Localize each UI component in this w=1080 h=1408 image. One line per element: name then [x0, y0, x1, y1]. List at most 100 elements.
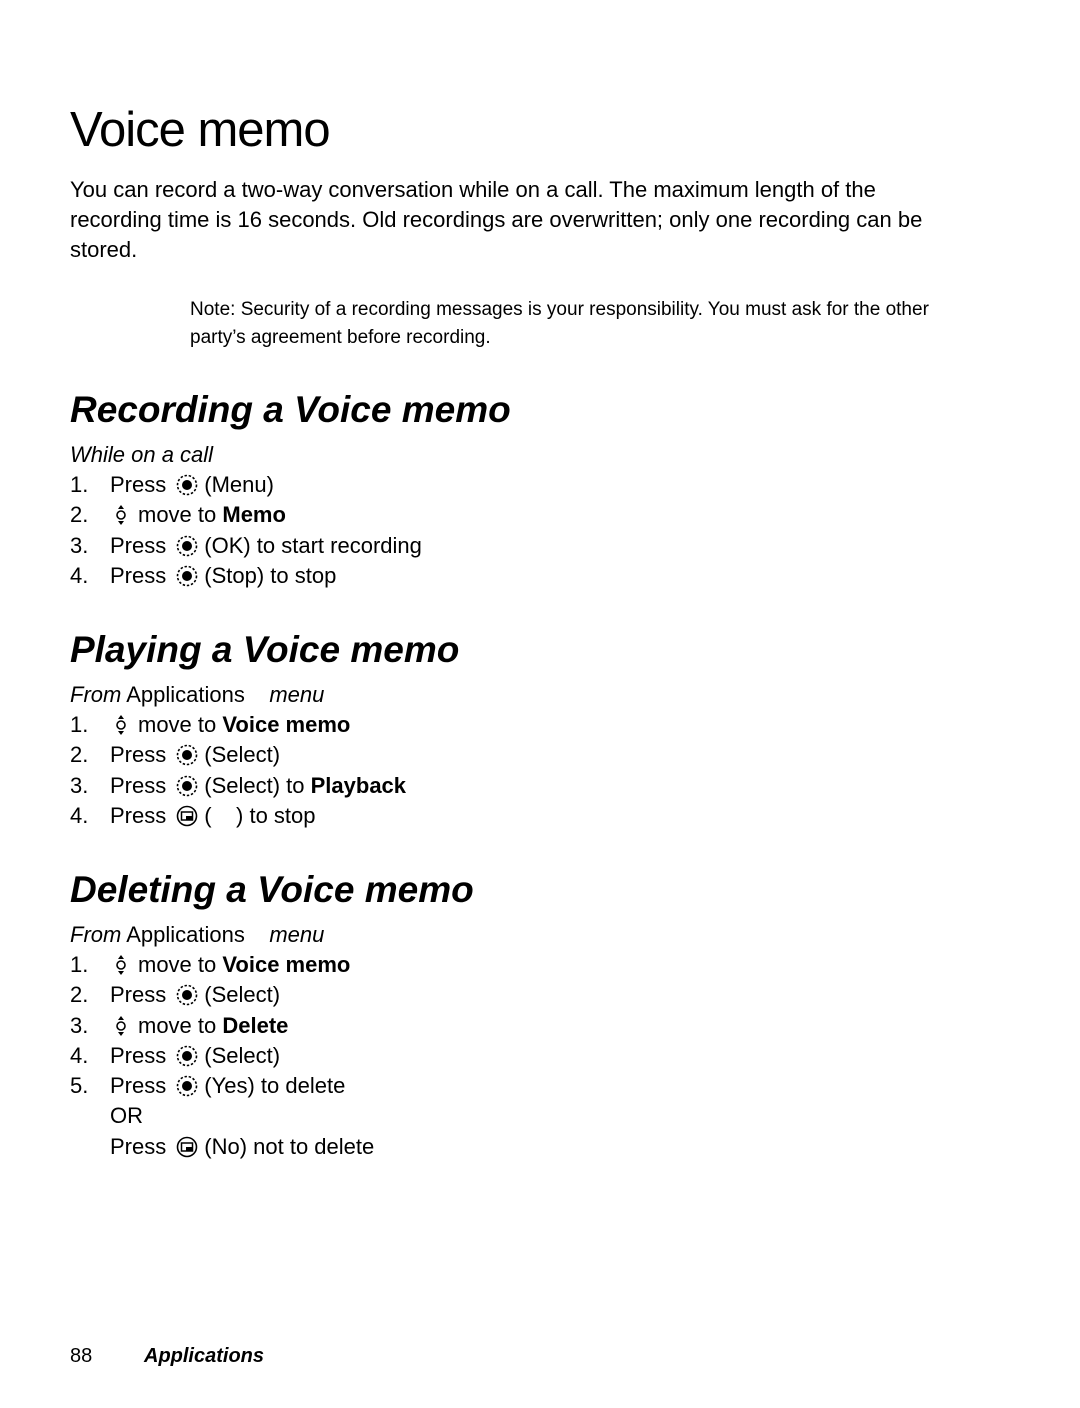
step-text: (Stop) to stop [204, 562, 337, 588]
context-menu-name: Applications [126, 922, 245, 947]
context-italic-prefix: From [70, 922, 122, 947]
step-number: 2. [70, 502, 89, 528]
select-key-icon [176, 565, 198, 587]
step-item: 4. Press (Select) [70, 1041, 374, 1071]
step-body: move to Memo [110, 500, 286, 530]
step-action: Press [110, 532, 167, 558]
step-text: (Select) to [204, 772, 311, 798]
step-action: Press [110, 772, 167, 798]
step-body: Press (No) not to delete [110, 1132, 374, 1162]
step-item: 1. move to Voice memo [70, 950, 374, 980]
step-action: Press [110, 802, 167, 828]
section-context-deleting: From Applications menu [70, 920, 324, 950]
select-key-icon [176, 1045, 198, 1067]
step-item: 4. Press (Stop) to stop [70, 561, 422, 591]
step-target: Delete [222, 1012, 289, 1038]
step-number: 2. [70, 742, 89, 768]
soft-key-icon [176, 1136, 198, 1158]
section-heading-deleting: Deleting a Voice memo [70, 869, 474, 910]
step-body: move to Voice memo [110, 710, 350, 740]
step-body: Press (Menu) [110, 470, 274, 500]
select-key-icon [176, 535, 198, 557]
note-paragraph: Note: Security of a recording messages i… [190, 299, 929, 348]
section-context-playing: From Applications menu [70, 680, 324, 710]
step-number: 3. [70, 772, 89, 798]
step-number: 2. [70, 982, 89, 1008]
step-number: 4. [70, 1042, 89, 1068]
step-text: move to [138, 502, 223, 528]
step-target: Playback [310, 772, 407, 798]
steps-playing: 1. move to Voice memo 2. Press (Select) 3. Pre… [70, 710, 406, 831]
step-text: (Select) [204, 742, 281, 768]
steps-recording: 1. Press (Menu) 2. move to Memo 3. Press (OK) t… [70, 470, 422, 591]
section-context-recording: While on a call [70, 440, 213, 470]
step-target: Memo [222, 502, 286, 528]
step-action: Press [110, 472, 167, 497]
step-text: (OK) to start recording [204, 532, 422, 558]
step-text: (Menu) [204, 472, 274, 497]
step-action: Press [110, 1133, 167, 1159]
step-text: ( ) to stop [204, 802, 316, 828]
step-body: Press (Stop) to stop [110, 561, 336, 591]
soft-key-icon [176, 805, 198, 827]
step-number: 5. [70, 1073, 89, 1099]
step-number: 1. [70, 952, 89, 977]
context-menu-name: Applications [126, 682, 245, 707]
select-key-icon [176, 744, 198, 766]
context-italic-prefix: While on a call [70, 442, 214, 467]
step-text: move to [138, 952, 223, 977]
step-body: Press (Select) [110, 740, 280, 770]
step-body: Press (Select) [110, 980, 280, 1010]
step-item: 1. Press (Menu) [70, 470, 422, 500]
step-action: Press [110, 982, 167, 1008]
steps-deleting: 1. move to Voice memo 2. Press (Select) 3. mov… [70, 950, 374, 1162]
context-italic-suffix: menu [269, 682, 325, 707]
step-number [70, 1132, 110, 1162]
step-number: 4. [70, 802, 89, 828]
step-body: Press (Yes) to delete [110, 1071, 345, 1101]
step-action: OR [110, 1103, 143, 1129]
step-text: (No) not to delete [204, 1133, 375, 1159]
step-item: 3. Press (OK) to start recording [70, 531, 422, 561]
step-item: Press (No) not to delete [70, 1132, 374, 1162]
step-text: (Yes) to delete [204, 1073, 346, 1099]
step-body: move to Delete [110, 1011, 288, 1041]
step-action: Press [110, 1042, 167, 1068]
step-action: Press [110, 1073, 167, 1099]
page-number: 88 [70, 1345, 93, 1367]
nav-key-icon [110, 1015, 132, 1037]
intro-paragraph: You can record a two-way conversation wh… [70, 177, 923, 262]
step-text: move to [138, 1012, 223, 1038]
page-title: Voice memo [70, 103, 331, 157]
step-number: 4. [70, 562, 89, 588]
select-key-icon [176, 1075, 198, 1097]
nav-key-icon [110, 714, 132, 736]
step-item: 3. move to Delete [70, 1011, 374, 1041]
step-action: Press [110, 742, 167, 768]
step-item: 5. Press (Yes) to delete [70, 1071, 374, 1101]
step-text: move to [138, 712, 223, 737]
nav-key-icon [110, 504, 132, 526]
step-body: OR [110, 1101, 143, 1131]
step-item: 4. Press ( ) to stop [70, 801, 406, 831]
section-heading-playing: Playing a Voice memo [70, 629, 460, 670]
running-head: Applications [144, 1345, 265, 1367]
step-target: Voice memo [222, 712, 351, 737]
select-key-icon [176, 474, 198, 496]
step-body: Press ( ) to stop [110, 801, 316, 831]
step-text: (Select) [204, 1042, 281, 1068]
step-target: Voice memo [222, 952, 351, 977]
context-italic-prefix: From [70, 682, 122, 707]
step-item: 3. Press (Select) to Playback [70, 771, 406, 801]
context-italic-suffix: menu [269, 922, 325, 947]
step-number [70, 1101, 110, 1131]
step-text: (Select) [204, 982, 281, 1008]
select-key-icon [176, 984, 198, 1006]
section-heading-recording: Recording a Voice memo [70, 389, 511, 430]
step-number: 3. [70, 532, 89, 558]
step-body: move to Voice memo [110, 950, 350, 980]
step-item: 1. move to Voice memo [70, 710, 406, 740]
step-item: 2. Press (Select) [70, 740, 406, 770]
step-item: 2. move to Memo [70, 500, 422, 530]
select-key-icon [176, 775, 198, 797]
